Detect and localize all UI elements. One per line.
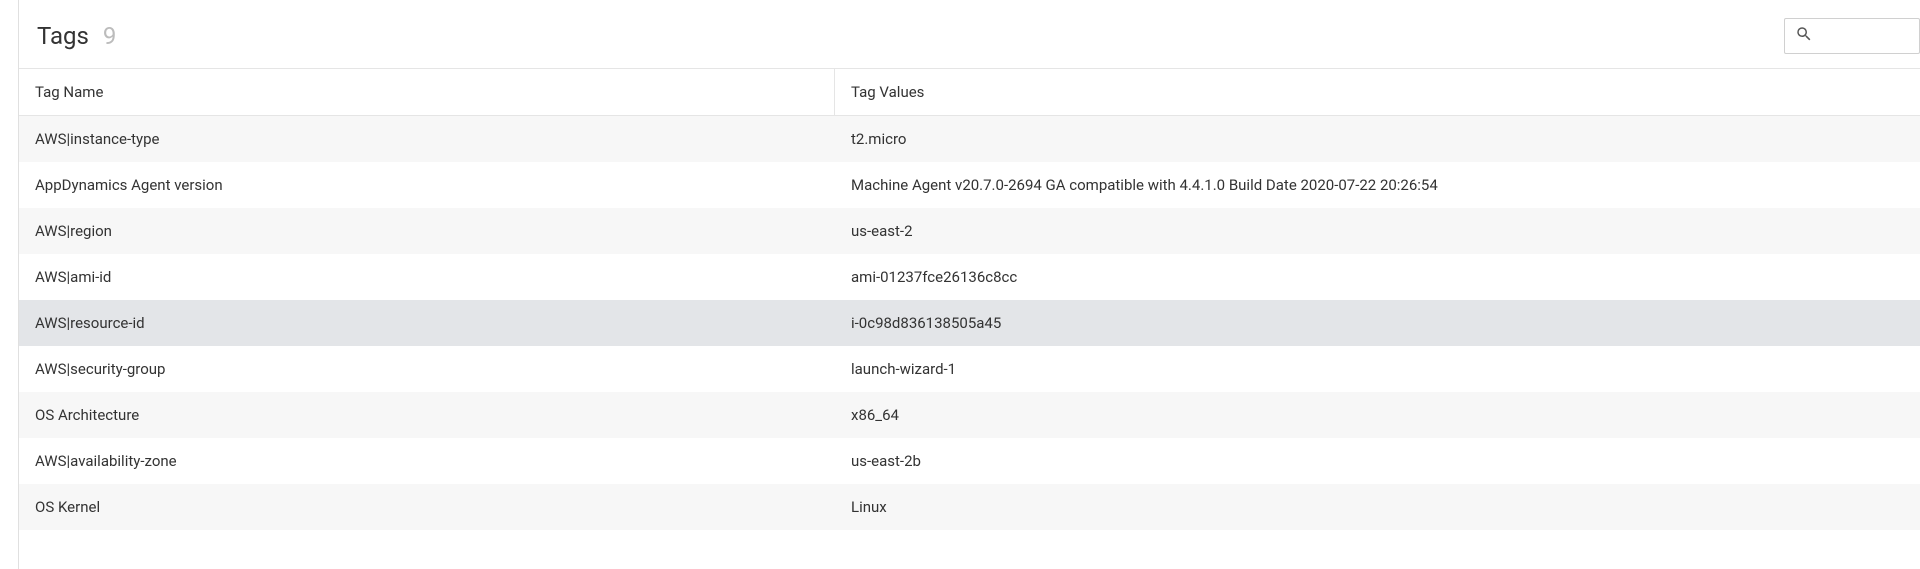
table-body: AWS|instance-typet2.microAppDynamics Age… <box>19 116 1920 530</box>
tag-name-cell: AWS|region <box>19 208 835 254</box>
tag-name-cell: AWS|availability-zone <box>19 438 835 484</box>
tag-value-cell: t2.micro <box>835 116 1920 162</box>
panel-title: Tags <box>37 22 89 50</box>
table-row[interactable]: AWS|regionus-east-2 <box>19 208 1920 254</box>
tags-table: Tag Name Tag Values AWS|instance-typet2.… <box>19 69 1920 530</box>
search-icon <box>1795 25 1813 47</box>
tag-name-cell: AppDynamics Agent version <box>19 162 835 208</box>
tag-value-cell: us-east-2 <box>835 208 1920 254</box>
table-row[interactable]: AWS|instance-typet2.micro <box>19 116 1920 162</box>
table-row[interactable]: AppDynamics Agent versionMachine Agent v… <box>19 162 1920 208</box>
table-header: Tag Name Tag Values <box>19 69 1920 116</box>
tag-name-cell: AWS|ami-id <box>19 254 835 300</box>
tag-name-cell: AWS|instance-type <box>19 116 835 162</box>
column-header-name[interactable]: Tag Name <box>19 69 835 115</box>
tag-name-cell: OS Architecture <box>19 392 835 438</box>
tag-name-cell: AWS|security-group <box>19 346 835 392</box>
column-header-value[interactable]: Tag Values <box>835 69 1920 115</box>
tag-value-cell: i-0c98d836138505a45 <box>835 300 1920 346</box>
tags-panel: Tags 9 Tag Name Tag Values AWS|instance-… <box>18 0 1920 569</box>
tag-value-cell: Machine Agent v20.7.0-2694 GA compatible… <box>835 162 1920 208</box>
tag-value-cell: launch-wizard-1 <box>835 346 1920 392</box>
table-row[interactable]: AWS|resource-idi-0c98d836138505a45 <box>19 300 1920 346</box>
table-row[interactable]: AWS|security-grouplaunch-wizard-1 <box>19 346 1920 392</box>
tag-value-cell: Linux <box>835 484 1920 530</box>
tag-name-cell: OS Kernel <box>19 484 835 530</box>
tag-value-cell: ami-01237fce26136c8cc <box>835 254 1920 300</box>
search-input[interactable] <box>1819 28 1909 44</box>
tag-value-cell: x86_64 <box>835 392 1920 438</box>
header-title-group: Tags 9 <box>37 22 116 50</box>
table-row[interactable]: AWS|availability-zoneus-east-2b <box>19 438 1920 484</box>
tag-count: 9 <box>103 22 117 50</box>
tag-name-cell: AWS|resource-id <box>19 300 835 346</box>
tag-value-cell: us-east-2b <box>835 438 1920 484</box>
table-row[interactable]: OS KernelLinux <box>19 484 1920 530</box>
table-row[interactable]: OS Architecturex86_64 <box>19 392 1920 438</box>
panel-header: Tags 9 <box>19 0 1920 69</box>
table-row[interactable]: AWS|ami-idami-01237fce26136c8cc <box>19 254 1920 300</box>
search-box[interactable] <box>1784 18 1920 54</box>
